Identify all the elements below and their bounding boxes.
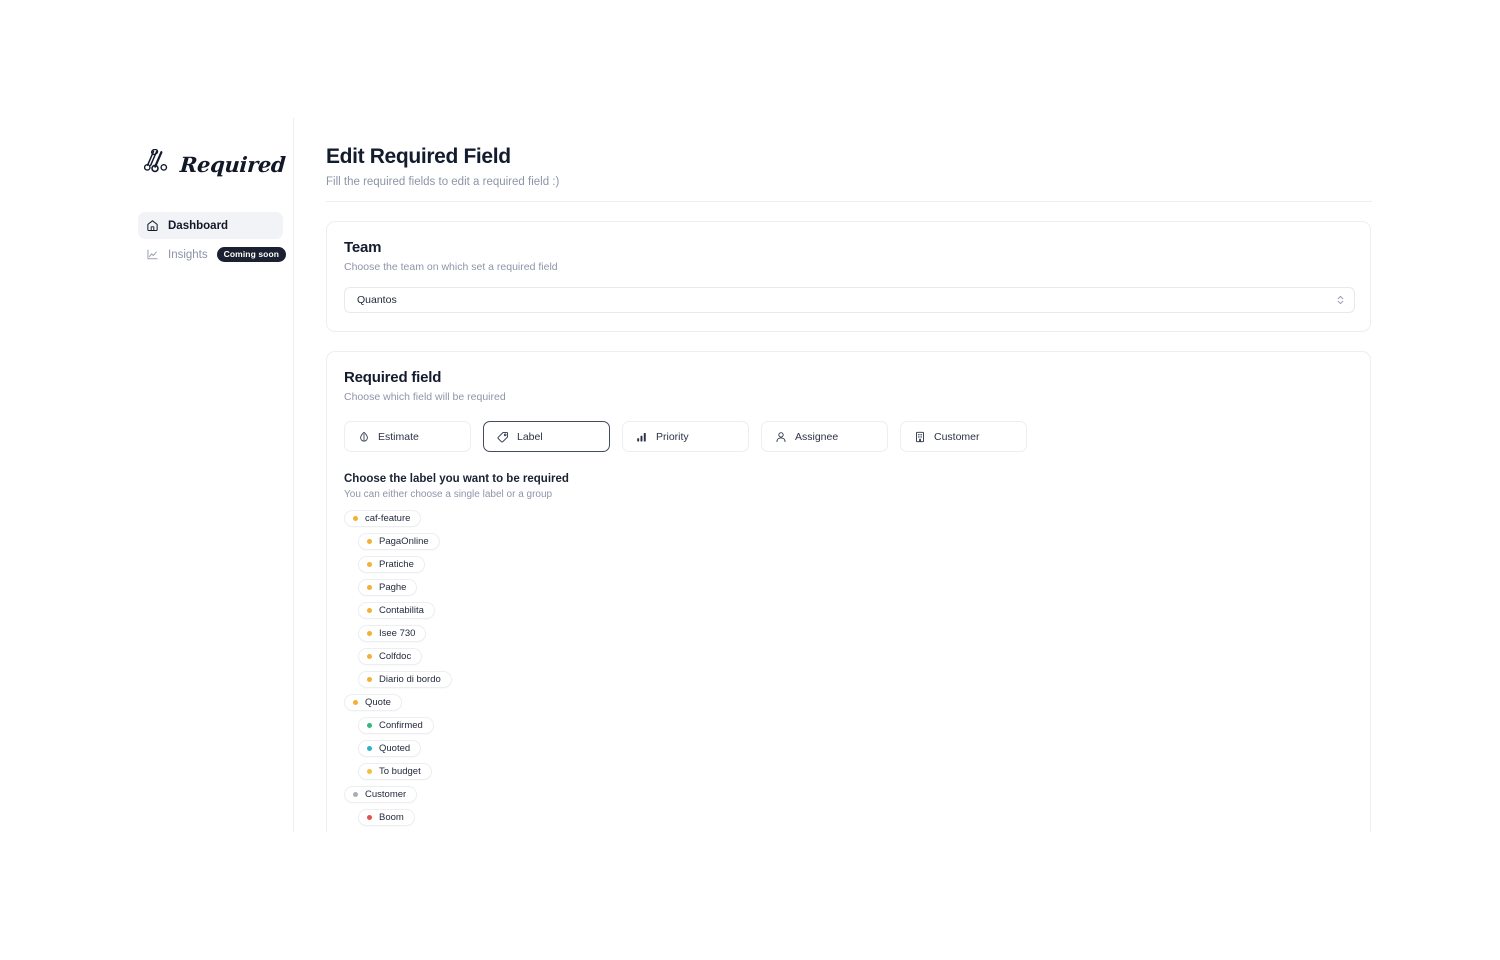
sidebar-nav: Dashboard Insights Coming soon xyxy=(138,212,287,268)
sidebar-item-label: Dashboard xyxy=(168,219,229,232)
field-type-label: Assignee xyxy=(795,430,839,443)
app-viewport: Required Dashboard Insights Coming soon … xyxy=(128,118,1372,832)
chevron-up-down-icon xyxy=(1336,294,1345,307)
sidebar-item-dashboard[interactable]: Dashboard xyxy=(138,212,283,239)
label-chip-text: Customer xyxy=(365,789,407,801)
label-chip-text: Pratiche xyxy=(379,559,414,571)
label-chip[interactable]: Quote xyxy=(344,694,402,712)
label-color-dot xyxy=(367,746,372,752)
team-select-value: Quantos xyxy=(357,294,397,307)
brand-name: Required xyxy=(179,151,287,177)
label-chip[interactable]: Quoted xyxy=(358,740,422,758)
page-title: Edit Required Field xyxy=(326,145,511,168)
field-type-label: Priority xyxy=(656,430,689,443)
label-chip-text: caf-feature xyxy=(365,513,411,525)
building-icon xyxy=(914,431,926,443)
team-card-title: Team xyxy=(344,239,382,257)
required-field-card-subtitle: Choose which field will be required xyxy=(344,391,506,404)
team-select[interactable]: Quantos xyxy=(344,287,1355,314)
team-card-subtitle: Choose the team on which set a required … xyxy=(344,261,558,274)
label-chip-list: caf-feature PagaOnline Pratiche Paghe Contab… xyxy=(344,510,1353,832)
label-color-dot xyxy=(367,723,372,729)
bar-chart-icon xyxy=(636,431,648,443)
label-chip[interactable]: Contabilita xyxy=(358,602,435,620)
required-field-card: Required field Choose which field will b… xyxy=(326,351,1371,832)
field-type-label: Estimate xyxy=(378,430,419,443)
label-chip-text: Confirmed xyxy=(379,720,423,732)
label-color-dot xyxy=(367,677,372,683)
header-divider xyxy=(326,201,1372,203)
label-color-dot xyxy=(367,539,372,545)
label-chip-text: Quote xyxy=(365,697,391,709)
required-field-card-title: Required field xyxy=(344,369,442,387)
label-chip[interactable]: Colfdoc xyxy=(358,648,423,666)
coming-soon-badge: Coming soon xyxy=(216,247,287,262)
label-color-dot xyxy=(367,562,372,568)
sidebar-item-insights[interactable]: Insights Coming soon xyxy=(138,241,287,268)
required-logo-icon xyxy=(143,148,174,180)
field-type-label-button[interactable]: Label xyxy=(483,421,610,453)
label-color-dot xyxy=(367,769,372,775)
team-card: Team Choose the team on which set a requ… xyxy=(326,221,1371,333)
field-type-buttons: Estimate Label Priority Assignee Custome… xyxy=(344,421,1353,453)
label-chip-text: Isee 730 xyxy=(379,628,416,640)
line-chart-icon xyxy=(146,248,159,261)
label-chip[interactable]: Isee 730 xyxy=(358,625,427,643)
label-chip[interactable]: Confirmed xyxy=(358,717,434,735)
team-select-wrap: Quantos xyxy=(344,287,1355,314)
label-color-dot xyxy=(353,792,358,798)
label-section-subtitle: You can either choose a single label or … xyxy=(344,489,553,501)
label-chip-text: Quoted xyxy=(379,743,411,755)
label-chip-text: Boom xyxy=(379,812,404,824)
main-content: Edit Required Field Fill the required fi… xyxy=(294,118,1372,832)
sidebar-item-label: Insights xyxy=(168,248,208,261)
gauge-icon xyxy=(358,431,370,443)
label-color-dot xyxy=(367,631,372,637)
label-chip[interactable]: Boom xyxy=(358,809,415,827)
field-type-label: Label xyxy=(517,430,543,443)
label-color-dot xyxy=(367,654,372,660)
field-type-estimate-button[interactable]: Estimate xyxy=(344,421,471,453)
label-chip-text: PagaOnline xyxy=(379,536,429,548)
label-chip-text: To budget xyxy=(379,766,421,778)
label-color-dot xyxy=(367,608,372,614)
label-chip[interactable]: Paghe xyxy=(358,579,418,597)
label-chip-text: Paghe xyxy=(379,582,407,594)
label-color-dot xyxy=(353,700,358,706)
label-chip[interactable]: To budget xyxy=(358,763,432,781)
field-type-label: Customer xyxy=(934,430,980,443)
label-chip-text: Diario di bordo xyxy=(379,674,441,686)
label-chip[interactable]: Pratiche xyxy=(358,556,425,574)
label-section-title: Choose the label you want to be required xyxy=(344,473,569,486)
label-color-dot xyxy=(353,516,358,522)
label-color-dot xyxy=(367,585,372,591)
label-chip[interactable]: Customer xyxy=(344,786,418,804)
label-chip[interactable]: caf-feature xyxy=(344,510,422,528)
sidebar: Required Dashboard Insights Coming soon xyxy=(128,118,294,832)
home-icon xyxy=(146,219,159,232)
brand-logo[interactable]: Required xyxy=(138,132,287,188)
field-type-priority-button[interactable]: Priority xyxy=(622,421,749,453)
label-chip-text: Colfdoc xyxy=(379,651,412,663)
label-chip[interactable]: PagaOnline xyxy=(358,533,440,551)
label-chip-text: Contabilita xyxy=(379,605,424,617)
user-icon xyxy=(775,431,787,443)
tag-icon xyxy=(497,431,509,443)
page-subtitle: Fill the required fields to edit a requi… xyxy=(326,176,560,189)
label-color-dot xyxy=(367,815,372,821)
field-type-customer-button[interactable]: Customer xyxy=(900,421,1027,453)
field-type-assignee-button[interactable]: Assignee xyxy=(761,421,888,453)
label-chip[interactable]: Diario di bordo xyxy=(358,671,452,689)
